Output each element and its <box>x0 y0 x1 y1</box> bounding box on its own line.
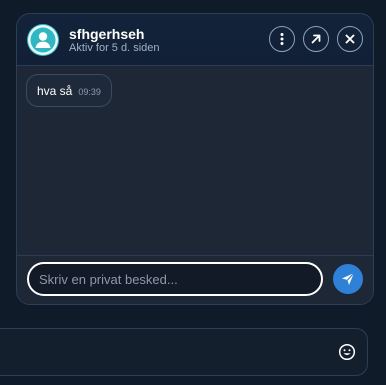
contact-status: Aktiv for 5 d. siden <box>69 42 160 54</box>
message-bubble: hva så 09:39 <box>26 74 112 107</box>
chat-window: sfhgerhseh Aktiv for 5 d. siden hva så 0… <box>16 13 374 305</box>
more-vertical-icon <box>280 33 284 45</box>
message-list: hva så 09:39 <box>17 66 373 256</box>
composer <box>17 255 373 304</box>
close-icon <box>345 34 355 44</box>
main-input-bar[interactable] <box>0 328 368 376</box>
message-time: 09:39 <box>78 87 101 97</box>
popout-button[interactable] <box>303 26 329 52</box>
chat-header: sfhgerhseh Aktiv for 5 d. siden <box>17 14 373 66</box>
more-options-button[interactable] <box>269 26 295 52</box>
contact-name[interactable]: sfhgerhseh <box>69 26 144 42</box>
emoji-button[interactable] <box>338 343 356 361</box>
close-button[interactable] <box>337 26 363 52</box>
message-text: hva så <box>37 83 73 98</box>
arrow-up-right-icon <box>311 34 321 44</box>
send-icon <box>342 272 355 285</box>
message-input[interactable] <box>27 262 323 296</box>
smiley-icon <box>338 343 356 361</box>
user-icon <box>28 25 58 55</box>
send-button[interactable] <box>333 264 363 294</box>
avatar[interactable] <box>27 24 59 56</box>
page: sfhgerhseh Aktiv for 5 d. siden hva så 0… <box>0 0 386 385</box>
